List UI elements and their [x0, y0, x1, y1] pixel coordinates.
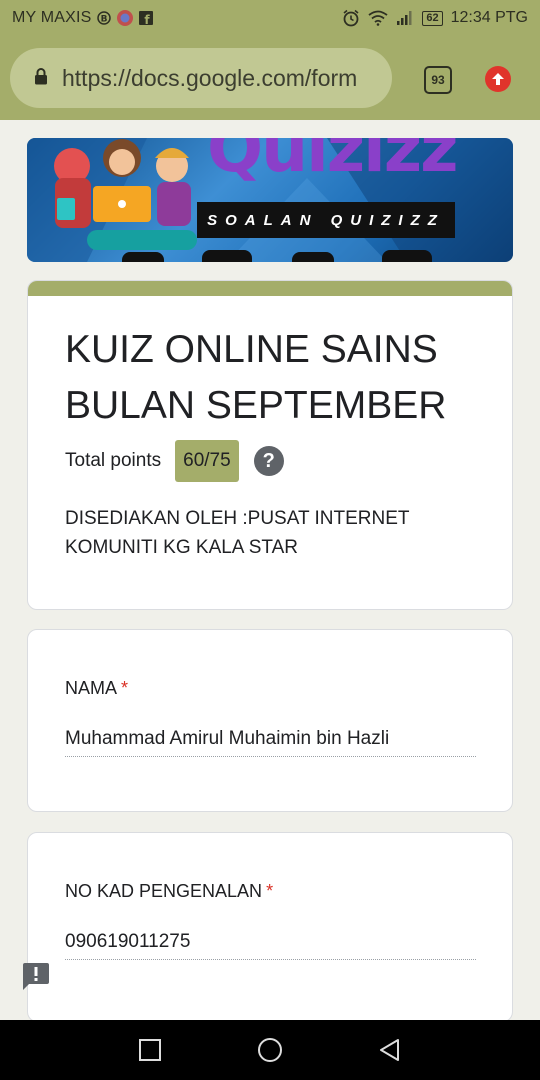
banner-logo-text: Quizizz [207, 138, 459, 187]
form-title: KUIZ ONLINE SAINS BULAN SEPTEMBER [65, 328, 447, 427]
facebook-icon: f [138, 11, 153, 25]
banner-strip-text: SOALAN QUIZIZZ [197, 202, 455, 238]
banner-dark-shapes [122, 250, 432, 262]
app-notification-icon [116, 9, 134, 27]
ic-number-answer-field[interactable]: 090619011275 [65, 931, 476, 960]
question-label: NAMA * [65, 678, 128, 699]
form-content: Quizizz SOALAN QUIZIZZ KUIZ ONLINE SAINS… [0, 120, 540, 1020]
android-nav-bar [0, 1020, 540, 1080]
url-text: https://docs.google.com/form [62, 64, 358, 91]
address-bar[interactable]: https://docs.google.com/form [10, 48, 392, 108]
recent-apps-icon[interactable] [136, 1036, 164, 1064]
tab-switcher-button[interactable]: 93 [424, 66, 452, 94]
svg-text:f: f [144, 13, 150, 25]
form-description: DISEDIAKAN OLEH :PUSAT INTERNET KOMUNITI… [65, 508, 410, 558]
signal-icon [396, 10, 414, 26]
question-title: NO KAD PENGENALAN [65, 881, 263, 901]
question-label: NO KAD PENGENALAN * [65, 881, 273, 902]
back-icon[interactable] [376, 1036, 404, 1064]
form-header-card: KUIZ ONLINE SAINS BULAN SEPTEMBER Total … [27, 280, 513, 610]
header-banner-image: Quizizz SOALAN QUIZIZZ [27, 138, 513, 262]
required-marker: * [121, 678, 129, 698]
wifi-icon [368, 10, 388, 26]
score-badge: 60/75 [175, 440, 239, 482]
home-icon[interactable] [256, 1036, 284, 1064]
name-answer-field[interactable]: Muhammad Amirul Muhaimin bin Hazli [65, 728, 476, 757]
update-icon[interactable] [485, 66, 511, 92]
browser-toolbar: https://docs.google.com/form 93 [0, 38, 540, 120]
status-bar: MY MAXIS B f 62 12:34 PTG [0, 0, 540, 38]
question-card: NAMA * Muhammad Amirul Muhaimin bin Hazli [27, 629, 513, 812]
question-title: NAMA [65, 678, 118, 698]
card-accent-bar [28, 281, 512, 296]
feedback-icon[interactable] [21, 962, 51, 992]
total-points-row: Total points 60/75 ? [65, 440, 512, 482]
total-points-label: Total points [65, 450, 162, 471]
battery-indicator: 62 [422, 10, 443, 26]
clock: 12:34 PTG [450, 9, 528, 26]
required-marker: * [266, 881, 274, 901]
alarm-icon [342, 9, 360, 27]
lock-icon [34, 67, 62, 90]
help-icon[interactable]: ? [253, 446, 284, 476]
b-badge-icon: B [96, 11, 111, 25]
carrier-name: MY MAXIS [12, 9, 92, 26]
svg-text:B: B [100, 15, 107, 25]
question-card: NO KAD PENGENALAN * 090619011275 [27, 832, 513, 1020]
